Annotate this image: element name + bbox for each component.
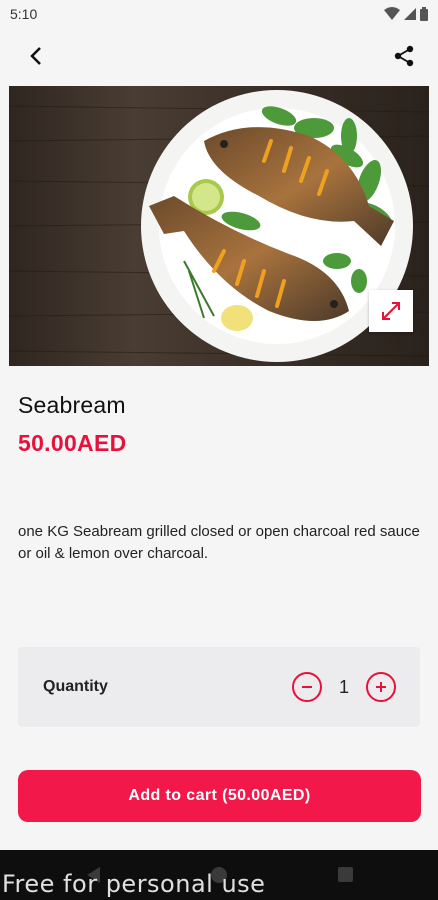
product-description: one KG Seabream grilled closed or open c… [18,523,420,562]
quantity-card: Quantity 1 [18,647,420,727]
product-name: Seabream [18,392,126,418]
app-bar [0,28,438,84]
add-to-cart-button[interactable]: Add to cart (50.00AED) [18,770,421,822]
expand-icon [382,302,400,320]
watermark-text: Free for personal use [2,870,266,898]
increase-button[interactable] [366,672,396,702]
back-button[interactable] [20,40,52,72]
share-icon [394,45,414,67]
quantity-stepper: 1 [292,672,396,702]
signal-icon [404,8,416,20]
wifi-icon [384,7,400,20]
expand-image-button[interactable] [369,290,413,332]
product-price: 50.00AED [18,430,127,456]
share-button[interactable] [388,40,420,72]
status-bar: 5:10 [0,0,438,28]
battery-icon [420,7,428,21]
nav-recents-icon[interactable] [338,867,353,882]
status-icons [384,7,428,21]
back-arrow-icon [30,47,41,65]
plus-icon [376,682,386,692]
quantity-value: 1 [338,676,349,697]
minus-icon [302,686,312,688]
grilled-fish-plate-illustration [9,86,429,366]
product-image [9,86,429,366]
quantity-label: Quantity [43,678,108,695]
decrease-button[interactable] [292,672,322,702]
status-time: 5:10 [10,6,38,22]
